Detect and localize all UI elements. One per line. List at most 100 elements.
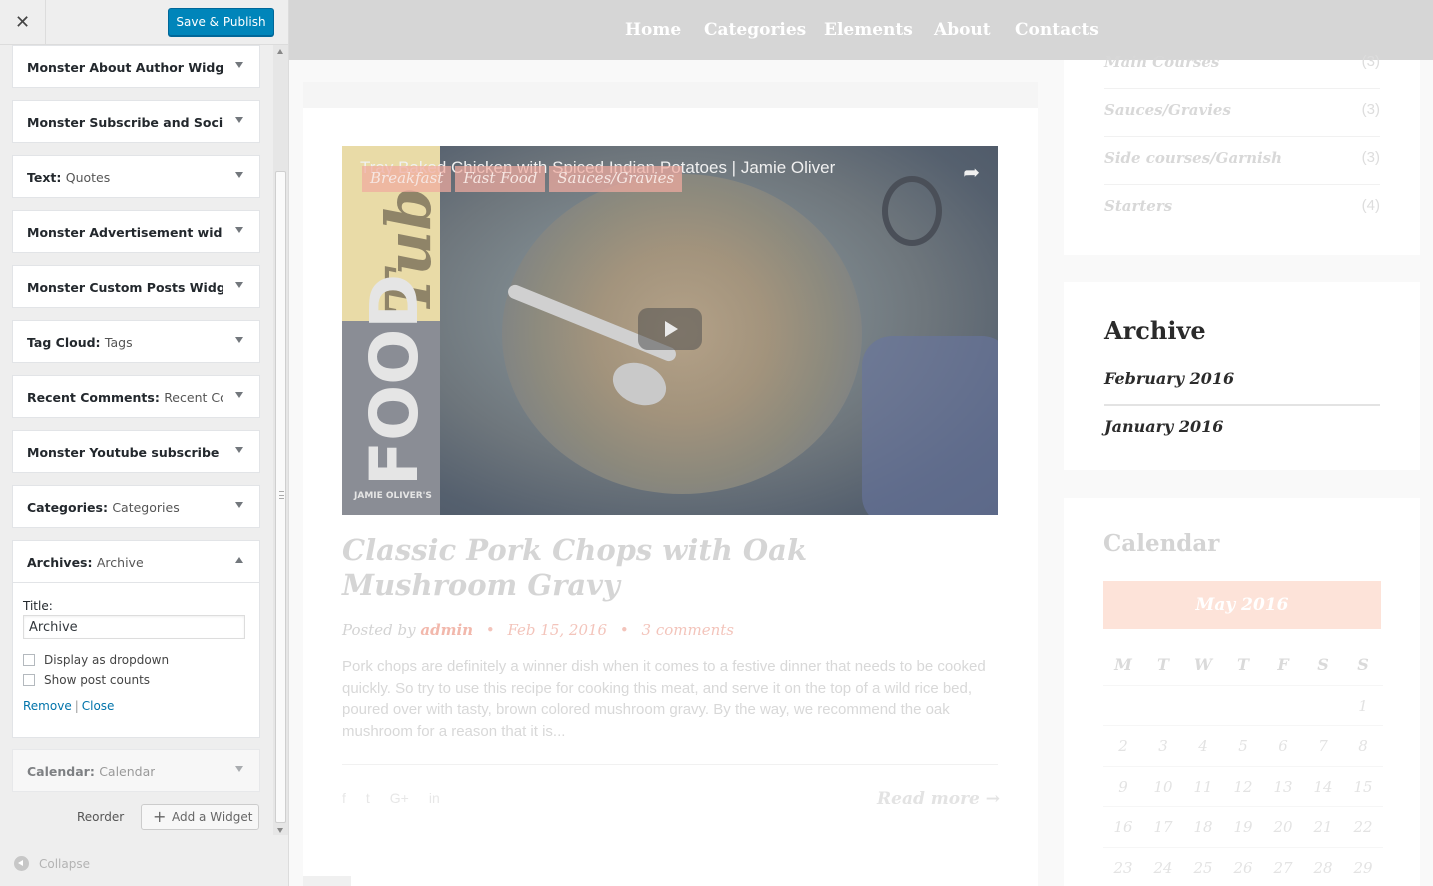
facebook-icon[interactable]: f: [342, 790, 346, 806]
widget-monster-custom-posts[interactable]: Monster Custom Posts Widge...: [12, 265, 260, 308]
title-label: Title:: [23, 599, 53, 613]
weekday-label: T: [1223, 645, 1263, 686]
archive-title: Archive: [1104, 316, 1206, 345]
category-name: Sauces/Gravies: [1104, 101, 1231, 119]
post-excerpt: Pork chops are definitely a winner dish …: [342, 658, 986, 740]
widget-title: Calendar: Calendar: [27, 764, 156, 779]
link-separator: |: [74, 699, 79, 713]
calendar-day: [1263, 686, 1303, 726]
chevron-down-icon[interactable]: [235, 117, 243, 123]
chevron-down-icon[interactable]: [235, 392, 243, 398]
play-icon[interactable]: [638, 308, 702, 350]
widget-monster-subscribe-social[interactable]: Monster Subscribe and Social...: [12, 100, 260, 143]
category-count: (3): [1361, 53, 1380, 70]
post-meta: Posted by admin • Feb 15, 2016 • 3 comme…: [342, 621, 734, 639]
add-widget-button[interactable]: + Add a Widget: [141, 804, 259, 830]
dropdown-checkbox-row[interactable]: Display as dropdown: [23, 653, 251, 667]
sidebar-scrollbar[interactable]: [273, 45, 288, 835]
archive-item-february[interactable]: February 2016: [1104, 369, 1234, 388]
counts-checkbox[interactable]: [23, 674, 35, 686]
category-item[interactable]: Main Courses (3): [1104, 53, 1380, 71]
dropdown-checkbox[interactable]: [23, 654, 35, 666]
widget-monster-about-author[interactable]: Monster About Author Widget: [12, 45, 260, 88]
widget-text-quotes[interactable]: Text: Quotes: [12, 155, 260, 198]
calendar-day: 1: [1343, 686, 1383, 726]
post-author-link[interactable]: admin: [420, 621, 473, 639]
post-date[interactable]: Feb 15, 2016: [507, 621, 607, 639]
category-item[interactable]: Sauces/Gravies (3): [1104, 101, 1380, 119]
chevron-down-icon[interactable]: [235, 766, 243, 772]
calendar-weekdays: M T W T F S S: [1103, 645, 1383, 686]
chevron-down-icon[interactable]: [235, 227, 243, 233]
save-publish-button[interactable]: Save & Publish: [168, 8, 274, 36]
widget-monster-youtube[interactable]: Monster Youtube subscribe w...: [12, 430, 260, 473]
chevron-up-icon[interactable]: [235, 557, 243, 563]
calendar-day: 20: [1263, 807, 1303, 848]
chevron-down-icon[interactable]: [235, 447, 243, 453]
calendar-day: 15: [1343, 767, 1383, 807]
nav-about[interactable]: About: [934, 20, 991, 40]
widget-tag-cloud[interactable]: Tag Cloud: Tags: [12, 320, 260, 363]
tag-fast-food[interactable]: Fast Food: [455, 166, 546, 192]
remove-link[interactable]: Remove: [23, 699, 72, 713]
widget-title: Monster Youtube subscribe w...: [27, 445, 223, 460]
weekday-label: T: [1143, 645, 1183, 686]
tag-sauces-gravies[interactable]: Sauces/Gravies: [549, 166, 683, 192]
widget-title: Text: Quotes: [27, 170, 111, 185]
widget-monster-advertisement[interactable]: Monster Advertisement widg...: [12, 210, 260, 253]
calendar-day: 14: [1303, 767, 1343, 807]
widget-recent-comments[interactable]: Recent Comments: Recent Co...: [12, 375, 260, 418]
collapse-arrow-icon: [14, 856, 29, 871]
twitter-icon[interactable]: t: [366, 790, 370, 806]
scrollbar-thumb[interactable]: [275, 171, 286, 823]
tag-breakfast[interactable]: Breakfast: [362, 166, 452, 192]
widget-header[interactable]: Archives: Archive: [13, 541, 259, 583]
category-name: Side courses/Garnish: [1104, 149, 1283, 167]
nav-elements[interactable]: Elements: [824, 20, 913, 40]
foodtube-logo: Tub FOOD JAMIE OLIVER'S: [342, 146, 445, 515]
nav-contacts[interactable]: Contacts: [1015, 20, 1099, 40]
calendar-day: 8: [1343, 726, 1383, 767]
scroll-down-icon[interactable]: [277, 828, 283, 833]
next-post-strip: [303, 876, 351, 886]
nav-categories[interactable]: Categories: [704, 20, 806, 40]
video-pan-handle: [882, 176, 942, 246]
post-title[interactable]: Classic Pork Chops with Oak Mushroom Gra…: [342, 533, 982, 603]
chevron-down-icon[interactable]: [235, 337, 243, 343]
calendar-day: 10: [1143, 767, 1183, 807]
widget-categories[interactable]: Categories: Categories: [12, 485, 260, 528]
share-icon[interactable]: ➦: [963, 160, 980, 184]
chevron-down-icon[interactable]: [235, 62, 243, 68]
weekday-label: F: [1263, 645, 1303, 686]
title-input[interactable]: [23, 615, 245, 639]
chevron-down-icon[interactable]: [235, 282, 243, 288]
close-icon[interactable]: ✕: [0, 0, 46, 45]
calendar-day: 5: [1223, 726, 1263, 767]
post-tags: Breakfast Fast Food Sauces/Gravies: [362, 166, 686, 192]
close-link[interactable]: Close: [82, 699, 115, 713]
meta-dot: •: [485, 621, 495, 639]
widget-title: Monster Custom Posts Widge...: [27, 280, 223, 295]
widget-calendar[interactable]: Calendar: Calendar: [12, 749, 260, 792]
video-embed[interactable]: Tub FOOD JAMIE OLIVER'S Tray Baked Chick…: [342, 146, 998, 515]
counts-checkbox-label: Show post counts: [44, 673, 151, 687]
calendar-week: 9 10 11 12 13 14 15: [1103, 767, 1383, 807]
archive-item-january[interactable]: January 2016: [1104, 417, 1223, 436]
category-item[interactable]: Side courses/Garnish (3): [1104, 149, 1380, 167]
google-plus-icon[interactable]: G+: [390, 790, 409, 806]
calendar-day: 25: [1183, 848, 1223, 886]
posted-by-label: Posted by: [342, 621, 416, 639]
nav-home[interactable]: Home: [625, 20, 681, 40]
scroll-up-icon[interactable]: [277, 49, 283, 54]
reorder-link[interactable]: Reorder: [77, 810, 124, 824]
post-comments-link[interactable]: 3 comments: [642, 621, 734, 639]
weekday-label: S: [1303, 645, 1343, 686]
read-more-link[interactable]: Read more →: [877, 789, 1000, 809]
linkedin-icon[interactable]: in: [429, 790, 440, 806]
chevron-down-icon[interactable]: [235, 172, 243, 178]
calendar-day: [1223, 686, 1263, 726]
counts-checkbox-row[interactable]: Show post counts: [23, 673, 251, 687]
collapse-button[interactable]: Collapse: [14, 856, 90, 871]
category-item[interactable]: Starters (4): [1104, 197, 1380, 215]
chevron-down-icon[interactable]: [235, 502, 243, 508]
